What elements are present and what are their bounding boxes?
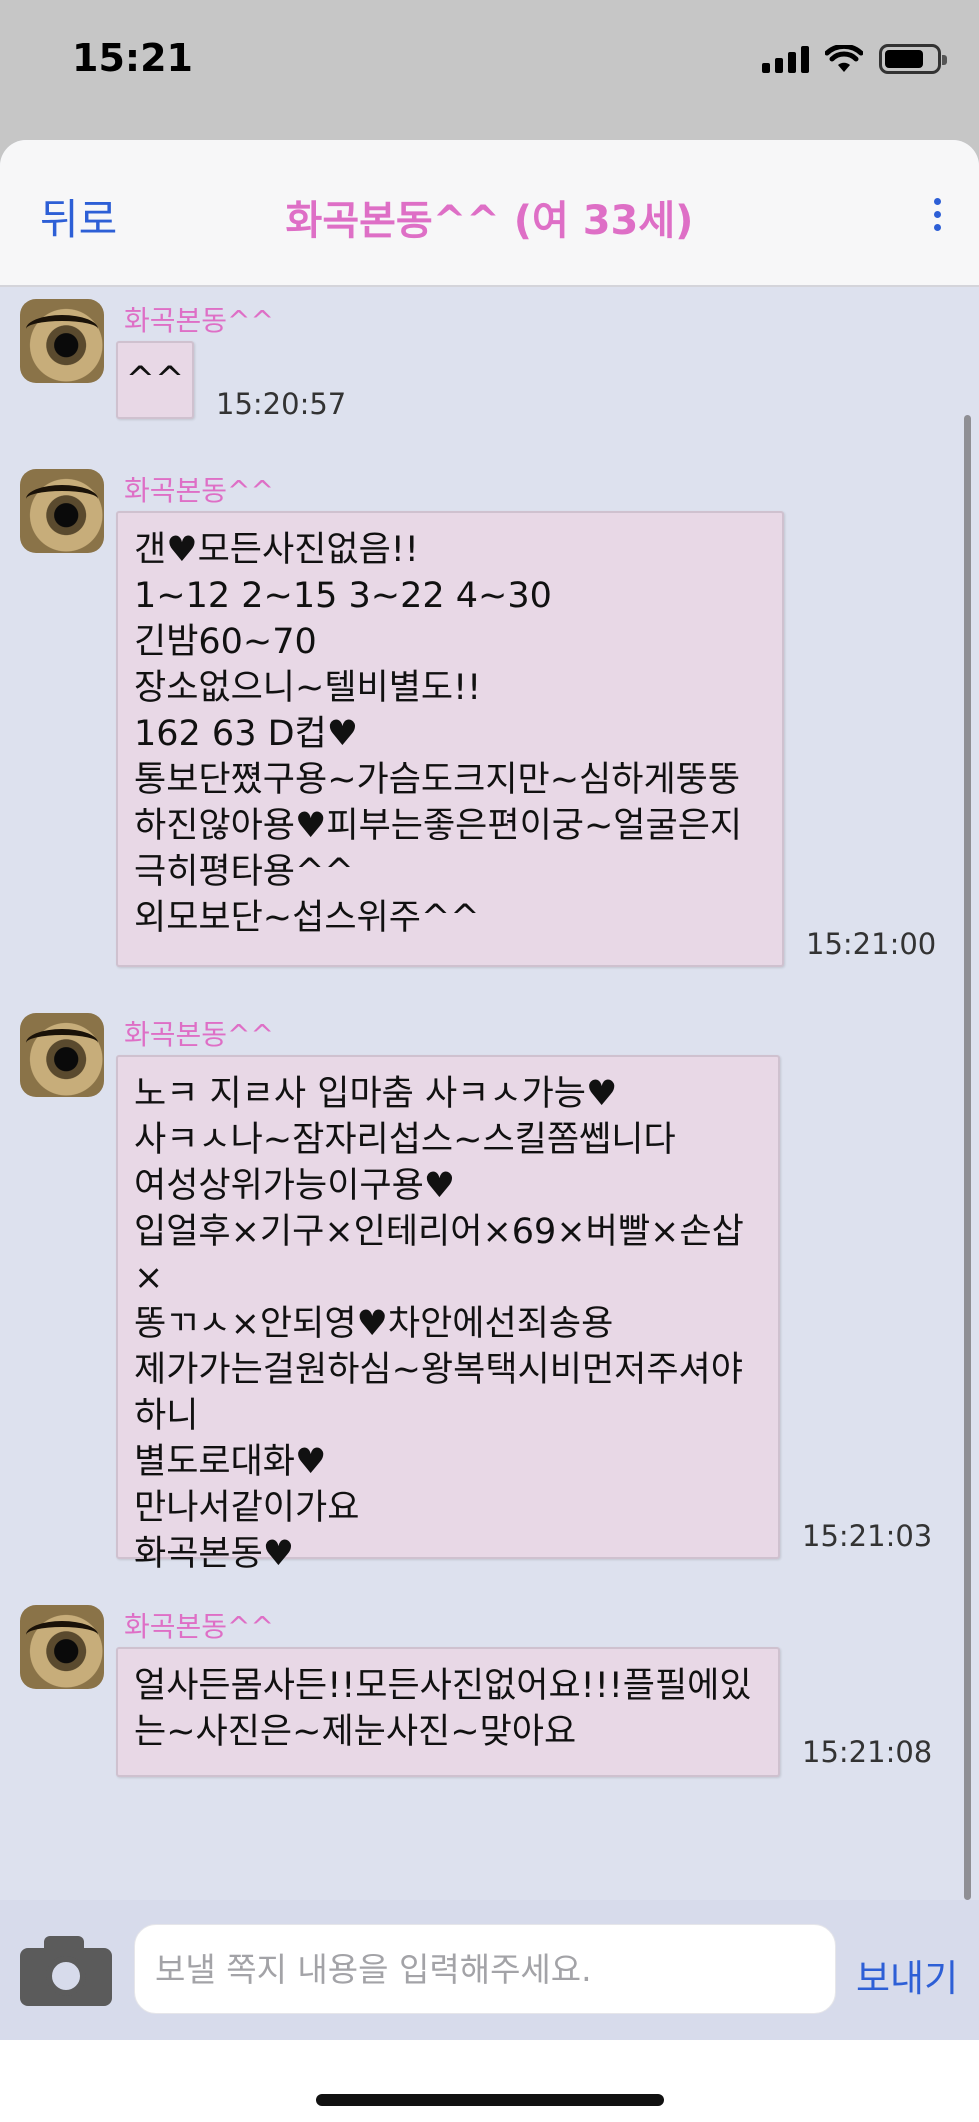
message-bubble: 얼사든몸사든!!모든사진없어요!!!플필에있 는~사진은~제눈사진~맞아요 <box>116 1647 780 1777</box>
more-options-icon[interactable] <box>925 198 949 231</box>
message-bubble: 갠♥모든사진없음!! 1~12 2~15 3~22 4~30 긴밤60~70 장… <box>116 511 784 967</box>
chat-sheet: 뒤로 화곡본동^^ (여 33세) 화곡본동^^ ^^ 15:20:57 화곡본… <box>0 140 979 2122</box>
send-button[interactable]: 보내기 <box>856 1948 958 2002</box>
status-bar: 15:21 <box>0 0 979 120</box>
wifi-icon <box>825 45 863 72</box>
chat-title: 화곡본동^^ (여 33세) <box>285 198 694 244</box>
sender-name: 화곡본동^^ <box>124 304 274 337</box>
sender-name: 화곡본동^^ <box>124 474 274 507</box>
message-list[interactable]: 화곡본동^^ ^^ 15:20:57 화곡본동^^ 갠♥모든사진없음!! 1~1… <box>0 287 979 2040</box>
message-time: 15:21:03 <box>802 1519 933 1553</box>
avatar[interactable] <box>20 469 104 553</box>
status-icons <box>762 44 947 74</box>
message-time: 15:21:08 <box>802 1735 933 1769</box>
avatar[interactable] <box>20 1013 104 1097</box>
composer-bar: 보내기 <box>0 1900 979 2040</box>
navigation-bar: 뒤로 화곡본동^^ (여 33세) <box>0 140 979 287</box>
sender-name: 화곡본동^^ <box>124 1610 274 1643</box>
home-indicator[interactable] <box>316 2094 664 2106</box>
message-bubble: 노ㅋ 지ㄹ사 입마춤 사ㅋㅅ가능♥ 사ㅋㅅ나~잠자리섭스~스킬쫌쎕니다 여성상위… <box>116 1055 780 1574</box>
home-area <box>0 2040 979 2122</box>
camera-icon[interactable] <box>20 1936 112 2006</box>
cellular-signal-icon <box>762 45 809 73</box>
screen: 15:21 뒤로 화곡본동^^ (여 33세) 화곡본동^^ ^^ 15:20:… <box>0 0 979 2122</box>
message-bubble: ^^ <box>116 341 194 419</box>
avatar[interactable] <box>20 299 104 383</box>
status-time: 15:21 <box>72 36 193 80</box>
message-input[interactable] <box>134 1924 836 2014</box>
sender-name: 화곡본동^^ <box>124 1018 274 1051</box>
message-time: 15:21:00 <box>806 927 937 961</box>
battery-icon <box>879 44 947 74</box>
scroll-indicator[interactable] <box>964 415 971 1900</box>
avatar[interactable] <box>20 1605 104 1689</box>
message-time: 15:20:57 <box>216 387 347 421</box>
